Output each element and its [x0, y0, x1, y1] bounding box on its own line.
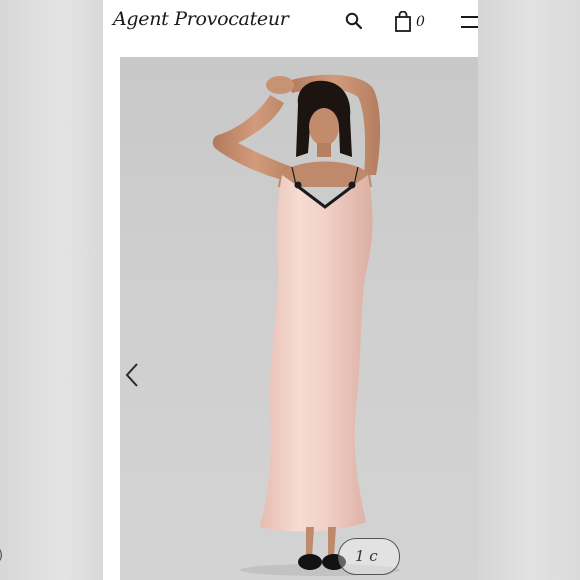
brand-logo[interactable]: Agent Provocateur: [113, 8, 289, 30]
site-header: Agent Provocateur 0: [103, 0, 478, 57]
image-counter-text: 1 c: [355, 547, 378, 565]
search-icon[interactable]: [345, 12, 363, 30]
left-edge-fragment: ): [0, 548, 3, 563]
mobile-page: Agent Provocateur 0: [103, 0, 478, 580]
chevron-left-icon[interactable]: [123, 361, 141, 389]
product-photo: [212, 74, 400, 576]
bag-count: 0: [416, 14, 425, 30]
right-blur-panel: [478, 0, 580, 580]
left-blur-panel: [0, 0, 103, 580]
image-counter[interactable]: 1 c: [338, 538, 400, 575]
hamburger-menu-icon[interactable]: [459, 14, 478, 30]
product-image-gallery[interactable]: [120, 57, 478, 580]
shopping-bag-icon[interactable]: [394, 11, 418, 33]
